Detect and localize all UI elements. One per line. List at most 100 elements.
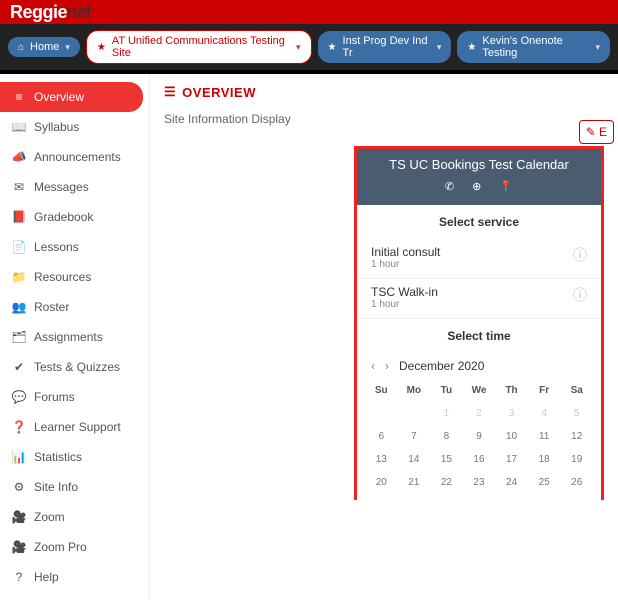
calendar-day[interactable]: 13	[365, 448, 398, 471]
nav-home[interactable]: ⌂ Home ▾	[8, 37, 80, 57]
sidebar-item-label: Zoom Pro	[34, 540, 87, 554]
service-name: Initial consult	[371, 245, 440, 259]
sidebar-item-label: Tests & Quizzes	[34, 360, 120, 374]
edit-button[interactable]: ✎ E	[579, 120, 614, 144]
sidebar-item-roster[interactable]: 👥Roster	[0, 292, 149, 322]
brand-primary: Reggie	[10, 2, 67, 22]
calendar-dow: Fr	[528, 379, 561, 402]
booking-widget: TS UC Bookings Test Calendar ✆ ⊕ 📍 Selec…	[354, 146, 604, 500]
site-nav: ⌂ Home ▾ ★ AT Unified Communications Tes…	[0, 24, 618, 70]
sidebar-item-syllabus[interactable]: 📖 Syllabus	[0, 112, 149, 142]
sidebar-item-label: Overview	[34, 90, 84, 104]
sidebar-icon: ✔	[12, 360, 26, 374]
calendar-day[interactable]: 21	[398, 471, 431, 494]
calendar-day[interactable]: 6	[365, 425, 398, 448]
sidebar-item-forums[interactable]: 💬Forums	[0, 382, 149, 412]
location-icon[interactable]: 📍	[499, 180, 513, 193]
next-month-button[interactable]: ›	[385, 359, 389, 373]
sidebar-item-assignments[interactable]: 🗂Assignments	[0, 322, 149, 352]
sidebar-item-announcements[interactable]: 📣Announcements	[0, 142, 149, 172]
calendar-day[interactable]: 22	[430, 471, 463, 494]
sidebar-item-label: Resources	[34, 270, 91, 284]
star-icon: ★	[328, 42, 337, 53]
calendar-day[interactable]: 19	[560, 448, 593, 471]
calendar-day[interactable]: 12	[560, 425, 593, 448]
sidebar-icon: ✉	[12, 180, 26, 194]
calendar-day[interactable]: 18	[528, 448, 561, 471]
calendar-day[interactable]: 5	[560, 402, 593, 425]
sidebar-icon: 📣	[12, 150, 26, 164]
prev-month-button[interactable]: ‹	[371, 359, 375, 373]
site-info-label: Site Information Display	[164, 112, 604, 126]
calendar-day[interactable]: 7	[398, 425, 431, 448]
chevron-down-icon: ▾	[437, 42, 442, 53]
sidebar-item-label: Lessons	[34, 240, 79, 254]
globe-icon[interactable]: ⊕	[472, 180, 481, 193]
info-icon[interactable]: ⓘ	[573, 285, 587, 305]
calendar-day[interactable]: 20	[365, 471, 398, 494]
calendar-day[interactable]: 15	[430, 448, 463, 471]
sidebar-item-lessons[interactable]: 📄 Lessons	[0, 232, 149, 262]
edit-label: E	[599, 125, 607, 139]
chevron-down-icon: ▾	[65, 42, 70, 53]
calendar-day[interactable]: 9	[463, 425, 496, 448]
info-icon[interactable]: ⓘ	[573, 245, 587, 265]
chevron-down-icon: ▾	[595, 42, 600, 53]
service-option[interactable]: TSC Walk-in1 hourⓘ	[357, 279, 601, 319]
sidebar-item-label: Syllabus	[34, 120, 79, 134]
sidebar-item-messages[interactable]: ✉Messages	[0, 172, 149, 202]
calendar-day[interactable]: 14	[398, 448, 431, 471]
sidebar-icon: 📄	[12, 240, 26, 254]
sidebar-item-resources[interactable]: 📁 Resources	[0, 262, 149, 292]
calendar-day[interactable]: 8	[430, 425, 463, 448]
sidebar-item-help[interactable]: ?Help	[0, 562, 149, 592]
calendar-day[interactable]: 16	[463, 448, 496, 471]
calendar-day[interactable]: 23	[463, 471, 496, 494]
nav-site-3[interactable]: ★ Kevin's Onenote Testing ▾	[457, 31, 610, 63]
service-duration: 1 hour	[371, 299, 438, 310]
sidebar-item-label: Site Info	[34, 480, 78, 494]
sidebar-icon: ≡	[12, 90, 26, 104]
nav-site-active[interactable]: ★ AT Unified Communications Testing Site…	[86, 30, 312, 64]
sidebar-icon: 👥	[12, 300, 26, 314]
calendar-month: December 2020	[399, 359, 484, 373]
calendar-day	[398, 402, 431, 425]
phone-icon[interactable]: ✆	[445, 180, 454, 193]
chevron-down-icon: ▾	[296, 42, 301, 53]
sidebar-item-label: Statistics	[34, 450, 82, 464]
nav-site-active-label: AT Unified Communications Testing Site	[112, 35, 290, 59]
sidebar-item-overview[interactable]: ≡ Overview	[0, 82, 143, 112]
page-title: ☰ OVERVIEW	[164, 84, 604, 100]
calendar-dow: We	[463, 379, 496, 402]
calendar-day[interactable]: 1	[430, 402, 463, 425]
calendar-day[interactable]: 10	[495, 425, 528, 448]
pencil-icon: ✎	[586, 125, 596, 139]
sidebar-item-gradebook[interactable]: 📕Gradebook	[0, 202, 149, 232]
calendar-day[interactable]: 11	[528, 425, 561, 448]
sidebar-item-tests-quizzes[interactable]: ✔ Tests & Quizzes	[0, 352, 149, 382]
sidebar-item-learner-support[interactable]: ❓Learner Support	[0, 412, 149, 442]
calendar-day[interactable]: 3	[495, 402, 528, 425]
sidebar-item-zoom[interactable]: 🎥Zoom	[0, 502, 149, 532]
calendar-dow: Mo	[398, 379, 431, 402]
calendar-day[interactable]: 26	[560, 471, 593, 494]
service-duration: 1 hour	[371, 259, 440, 270]
star-icon: ★	[97, 42, 106, 53]
brand-logo: Reggienet	[10, 2, 91, 22]
service-option[interactable]: Initial consult1 hour ⓘ	[357, 239, 601, 279]
sidebar-item-zoom-pro[interactable]: 🎥Zoom Pro	[0, 532, 149, 562]
calendar-day[interactable]: 24	[495, 471, 528, 494]
calendar-day[interactable]: 17	[495, 448, 528, 471]
calendar-day[interactable]: 25	[528, 471, 561, 494]
sidebar-icon: 🗂	[12, 330, 26, 344]
sidebar-item-site-info[interactable]: ⚙Site Info	[0, 472, 149, 502]
sidebar-icon: 📖	[12, 120, 26, 134]
calendar-dow: Sa	[560, 379, 593, 402]
calendar-day[interactable]: 2	[463, 402, 496, 425]
sidebar-item-statistics[interactable]: 📊Statistics	[0, 442, 149, 472]
calendar-day[interactable]: 4	[528, 402, 561, 425]
calendar-dow: Su	[365, 379, 398, 402]
nav-site-2[interactable]: ★ Inst Prog Dev Ind Tr ▾	[318, 31, 452, 63]
calendar-dow: Th	[495, 379, 528, 402]
sidebar-icon: 📁	[12, 270, 26, 284]
